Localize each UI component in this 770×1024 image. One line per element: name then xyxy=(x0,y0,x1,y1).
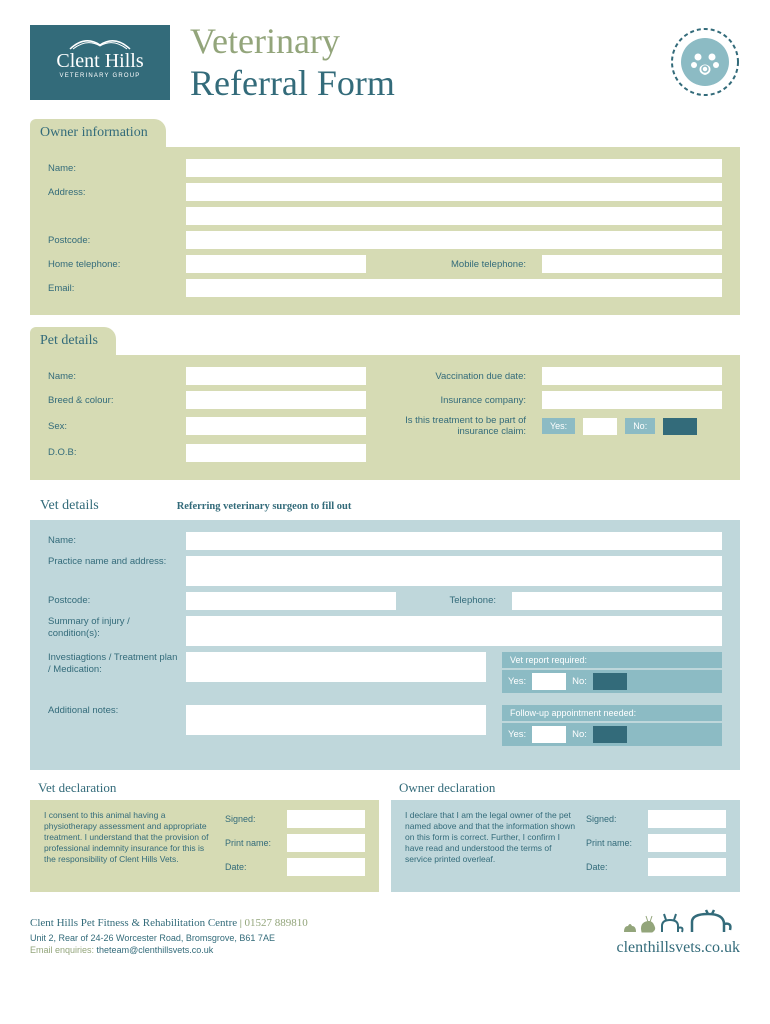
breed-field[interactable] xyxy=(186,391,366,409)
vet-plan-field[interactable] xyxy=(186,652,486,682)
vet-notes-field[interactable] xyxy=(186,705,486,735)
vet-name-label: Name: xyxy=(48,535,178,546)
vet-declaration: Vet declaration I consent to this animal… xyxy=(30,800,379,892)
owner-date-label: Date: xyxy=(586,862,640,872)
vet-details-section: Vet details Referring veterinary surgeon… xyxy=(30,492,740,770)
followup-no-checkbox[interactable] xyxy=(593,726,627,743)
title-referral-form: Referral Form xyxy=(190,62,650,104)
owner-heading: Owner information xyxy=(30,119,166,147)
vet-report-yes-checkbox[interactable] xyxy=(532,673,566,690)
pet-fitness-stamp-icon xyxy=(670,27,740,97)
owner-postcode-label: Postcode: xyxy=(48,235,178,246)
footer-phone: 01527 889810 xyxy=(245,917,308,929)
footer-email: theteam@clenthillsvets.co.uk xyxy=(97,945,214,955)
dob-field[interactable] xyxy=(186,444,366,462)
vet-summary-label: Summary of injury / condition(s): xyxy=(48,616,178,641)
pet-yes-label: Yes: xyxy=(542,418,575,434)
vet-decl-heading: Vet declaration xyxy=(30,776,130,800)
hills-arc-icon xyxy=(65,33,135,51)
page-title: Veterinary Referral Form xyxy=(190,20,650,104)
owner-postcode-field[interactable] xyxy=(186,231,722,249)
owner-signed-label: Signed: xyxy=(586,814,640,824)
owner-address-label: Address: xyxy=(48,187,178,198)
header: Clent Hills VETERINARY GROUP Veterinary … xyxy=(30,20,740,104)
owner-name-field[interactable] xyxy=(186,159,722,177)
mobile-tel-label: Mobile telephone: xyxy=(374,259,534,270)
pet-yes-checkbox[interactable] xyxy=(583,418,617,435)
mobile-tel-field[interactable] xyxy=(542,255,722,273)
logo-text: Clent Hills xyxy=(56,51,143,71)
footer-url: clenthillsvets.co.uk xyxy=(616,939,740,956)
insurance-co-field[interactable] xyxy=(542,391,722,409)
followup-yes-label: Yes: xyxy=(508,729,526,740)
owner-date-field[interactable] xyxy=(648,858,726,876)
owner-address-field-1[interactable] xyxy=(186,183,722,201)
vet-postcode-field[interactable] xyxy=(186,592,396,610)
sex-label: Sex: xyxy=(48,421,178,432)
vet-decl-text: I consent to this animal having a physio… xyxy=(44,810,215,882)
vet-tel-field[interactable] xyxy=(512,592,722,610)
followup-yes-checkbox[interactable] xyxy=(532,726,566,743)
vet-report-label: Vet report required: xyxy=(502,652,722,668)
pet-name-field[interactable] xyxy=(186,367,366,385)
vet-report-yes-label: Yes: xyxy=(508,676,526,687)
vet-report-no-checkbox[interactable] xyxy=(593,673,627,690)
vet-signed-field[interactable] xyxy=(287,810,365,828)
pet-no-checkbox[interactable] xyxy=(663,418,697,435)
vet-practice-label: Practice name and address: xyxy=(48,556,178,568)
declarations: Vet declaration I consent to this animal… xyxy=(30,800,740,892)
owner-decl-heading: Owner declaration xyxy=(391,776,509,800)
owner-address-field-2[interactable] xyxy=(186,207,722,225)
vet-print-field[interactable] xyxy=(287,834,365,852)
vet-tel-label: Telephone: xyxy=(404,595,504,606)
vet-plan-label: Investiagtions / Treatment plan / Medica… xyxy=(48,652,178,677)
owner-email-label: Email: xyxy=(48,283,178,294)
insurance-claim-label: Is this treatment to be part of insuranc… xyxy=(374,415,534,438)
vet-subtitle: Referring veterinary surgeon to fill out xyxy=(177,501,352,512)
footer-email-label: Email enquiries: xyxy=(30,945,94,955)
vet-summary-field[interactable] xyxy=(186,616,722,646)
home-tel-label: Home telephone: xyxy=(48,259,178,270)
home-tel-field[interactable] xyxy=(186,255,366,273)
dob-label: D.O.B: xyxy=(48,447,178,458)
owner-print-label: Print name: xyxy=(586,838,640,848)
owner-signed-field[interactable] xyxy=(648,810,726,828)
pet-name-label: Name: xyxy=(48,371,178,382)
vacc-date-field[interactable] xyxy=(542,367,722,385)
vet-print-label: Print name: xyxy=(225,838,279,848)
title-veterinary: Veterinary xyxy=(190,20,650,62)
footer-address: Unit 2, Rear of 24-26 Worcester Road, Br… xyxy=(30,933,275,943)
pet-no-label: No: xyxy=(625,418,655,434)
vet-heading: Vet details xyxy=(30,492,117,520)
owner-name-label: Name: xyxy=(48,163,178,174)
owner-decl-text: I declare that I am the legal owner of t… xyxy=(405,810,576,882)
vet-report-no-label: No: xyxy=(572,676,587,687)
owner-email-field[interactable] xyxy=(186,279,722,297)
pet-details-section: Pet details Name: Vaccination due date: … xyxy=(30,327,740,480)
animal-silhouettes-icon xyxy=(620,908,740,936)
pet-heading: Pet details xyxy=(30,327,116,355)
vet-date-label: Date: xyxy=(225,862,279,872)
breed-label: Breed & colour: xyxy=(48,395,178,406)
owner-declaration: Owner declaration I declare that I am th… xyxy=(391,800,740,892)
vet-name-field[interactable] xyxy=(186,532,722,550)
owner-print-field[interactable] xyxy=(648,834,726,852)
followup-label: Follow-up appointment needed: xyxy=(502,705,722,721)
vet-date-field[interactable] xyxy=(287,858,365,876)
vet-signed-label: Signed: xyxy=(225,814,279,824)
vacc-date-label: Vaccination due date: xyxy=(374,371,534,382)
footer-org: Clent Hills Pet Fitness & Rehabilitation… xyxy=(30,917,237,929)
clent-hills-logo: Clent Hills VETERINARY GROUP xyxy=(30,25,170,100)
sex-field[interactable] xyxy=(186,417,366,435)
followup-no-label: No: xyxy=(572,729,587,740)
vet-postcode-label: Postcode: xyxy=(48,595,178,606)
footer: Clent Hills Pet Fitness & Rehabilitation… xyxy=(30,908,740,957)
owner-information-section: Owner information Name: Address: Postcod… xyxy=(30,119,740,315)
vet-practice-field[interactable] xyxy=(186,556,722,586)
insurance-co-label: Insurance company: xyxy=(374,395,534,406)
logo-subtext: VETERINARY GROUP xyxy=(60,73,141,79)
vet-notes-label: Additional notes: xyxy=(48,705,178,716)
